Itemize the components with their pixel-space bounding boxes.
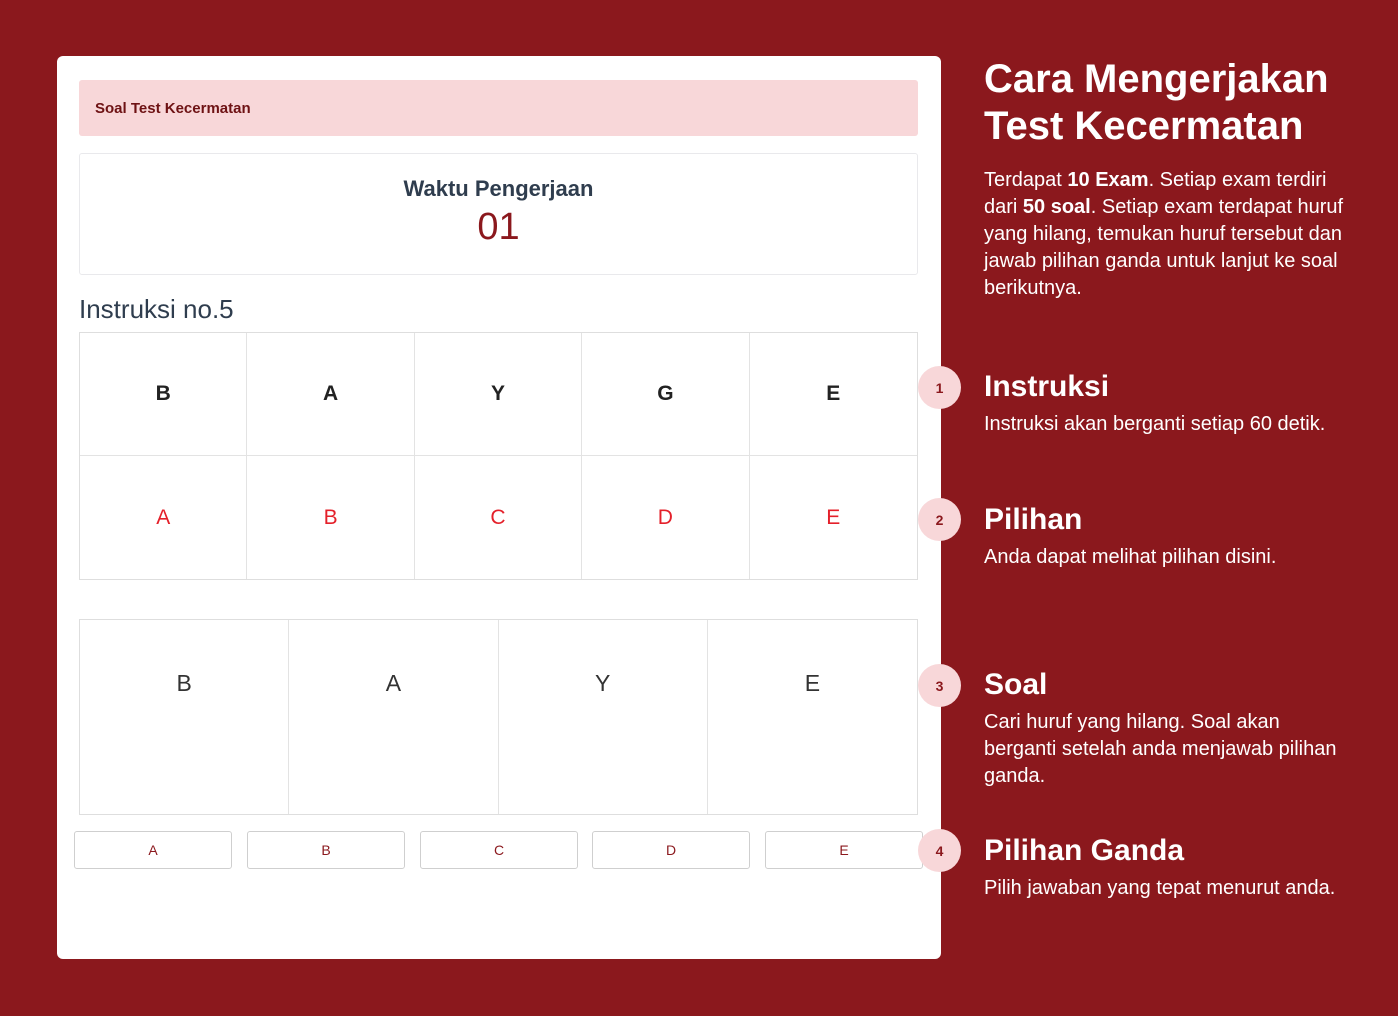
instruction-letter: Y bbox=[414, 333, 583, 456]
timer-value: 01 bbox=[477, 206, 520, 248]
instruction-letter: B bbox=[80, 333, 248, 456]
instruction-title: Instruksi no.5 bbox=[79, 294, 234, 324]
question-letter: E bbox=[804, 670, 821, 696]
guide-desc-question-count: 50 soal bbox=[1022, 196, 1091, 218]
step-title: Pilihan Ganda bbox=[984, 834, 1185, 867]
step-title: Pilihan bbox=[984, 503, 1083, 536]
timer-box: Waktu Pengerjaan 01 bbox=[79, 153, 918, 275]
step-badge-1: 1 bbox=[918, 366, 961, 409]
instruction-option: E bbox=[826, 505, 841, 529]
guide-title-line2: Test Kecermatan bbox=[984, 104, 1304, 148]
instruction-letter: A bbox=[247, 333, 415, 456]
step-badge-3: 3 bbox=[918, 664, 961, 707]
step-title: Instruksi bbox=[984, 370, 1110, 403]
step-description: Anda dapat melihat pilihan disini. bbox=[984, 546, 1277, 568]
timer-label: Waktu Pengerjaan bbox=[403, 176, 594, 201]
step-description: Instruksi akan berganti setiap 60 detik. bbox=[984, 413, 1326, 435]
step-pilihan: Pilihan Anda dapat melihat pilihan disin… bbox=[984, 502, 1344, 571]
instruction-option: C bbox=[415, 456, 583, 579]
question-table: B A Y E bbox=[79, 619, 918, 815]
guide-title: Cara Mengerjakan Test Kecermatan bbox=[984, 56, 1364, 150]
instruction-option: D bbox=[582, 456, 750, 579]
instruction-option: B bbox=[247, 456, 415, 579]
instruction-letter: G bbox=[582, 333, 750, 456]
guide-panel: Cara Mengerjakan Test Kecermatan Terdapa… bbox=[984, 56, 1364, 302]
step-instruksi: Instruksi Instruksi akan berganti setiap… bbox=[984, 369, 1344, 438]
instruction-letter: E bbox=[749, 333, 917, 456]
guide-desc-exam-count: 10 Exam bbox=[1067, 169, 1149, 191]
step-badge-4: 4 bbox=[918, 829, 961, 872]
question-letter: Y bbox=[499, 620, 708, 814]
answer-button-e[interactable]: E bbox=[765, 831, 923, 869]
instruction-table: B A Y G E A B C D E bbox=[79, 332, 918, 580]
guide-description: Terdapat 10 Exam. Setiap exam terdiri da… bbox=[984, 167, 1364, 302]
guide-title-line1: Cara Mengerjakan bbox=[984, 57, 1329, 101]
answer-button-b[interactable]: B bbox=[247, 831, 405, 869]
answer-button-c[interactable]: C bbox=[420, 831, 578, 869]
answer-buttons: A B C D E bbox=[74, 831, 923, 869]
step-badge-2: 2 bbox=[918, 498, 961, 541]
step-pilihan-ganda: Pilihan Ganda Pilih jawaban yang tepat m… bbox=[984, 833, 1344, 902]
guide-desc-text: Terdapat bbox=[984, 169, 1068, 191]
exam-alert-title: Soal Test Kecermatan bbox=[79, 80, 918, 136]
step-description: Pilih jawaban yang tepat menurut anda. bbox=[984, 877, 1336, 899]
step-title: Soal bbox=[984, 668, 1048, 701]
instruction-option: A bbox=[80, 456, 248, 579]
exam-card: Soal Test Kecermatan Waktu Pengerjaan 01… bbox=[57, 56, 941, 959]
question-letter: B bbox=[80, 620, 290, 814]
step-description: Cari huruf yang hilang. Soal akan bergan… bbox=[984, 711, 1337, 787]
question-letter: A bbox=[289, 620, 499, 814]
step-soal: Soal Cari huruf yang hilang. Soal akan b… bbox=[984, 667, 1344, 790]
answer-button-d[interactable]: D bbox=[592, 831, 750, 869]
answer-button-a[interactable]: A bbox=[74, 831, 232, 869]
